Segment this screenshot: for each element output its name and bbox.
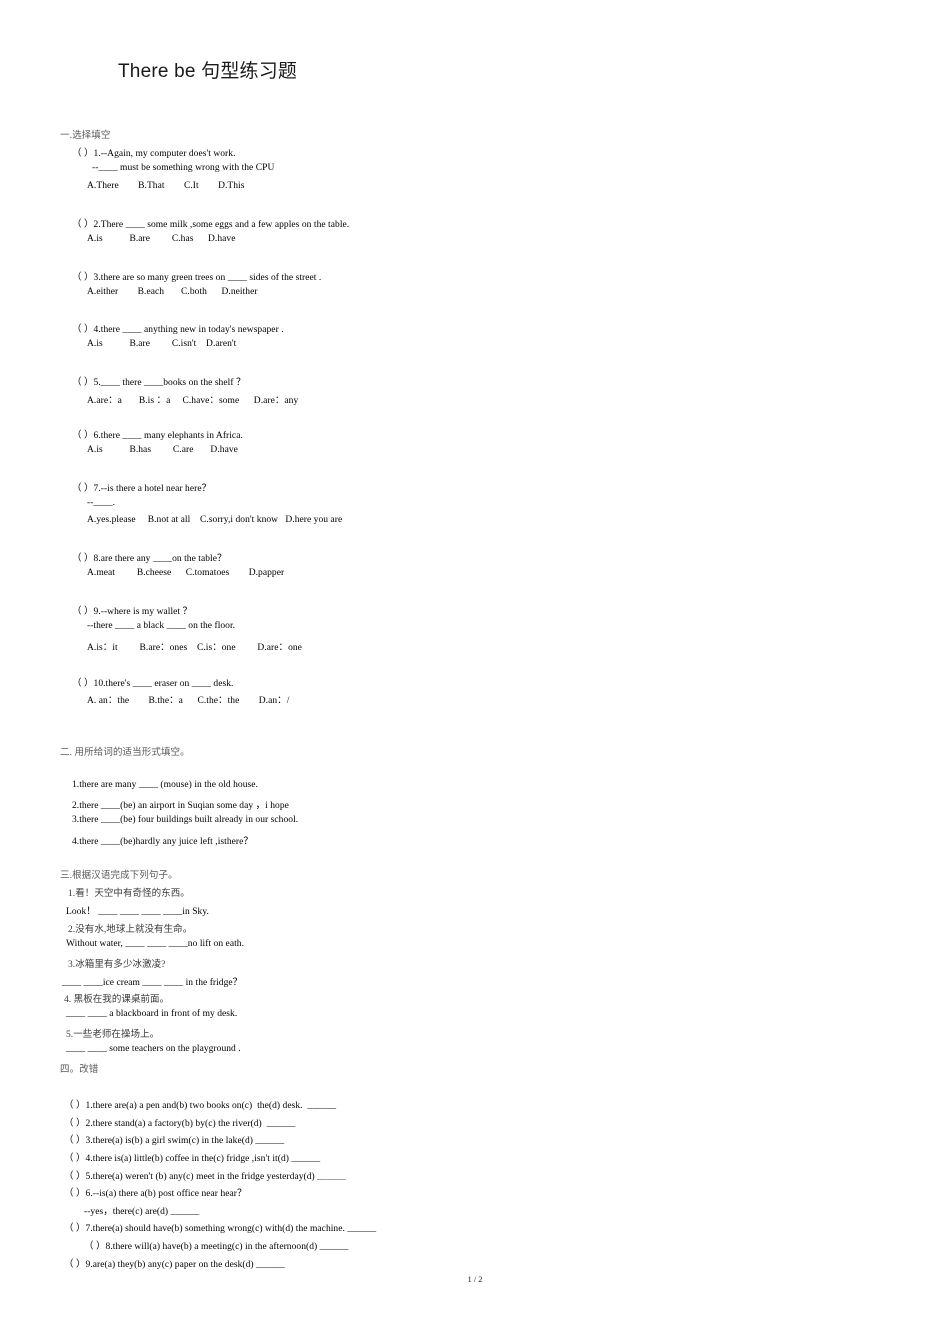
- fill-item-4: 4.there ____(be)hardly any juice left ,i…: [72, 837, 253, 847]
- worksheet-page: There be 句型练习题 一.选择填空 （ ）1.--Again, my c…: [0, 0, 950, 1344]
- question-5-stem: （ ）5.____ there ____books on the shelf ？: [72, 378, 246, 388]
- question-3-stem: （ ）3.there are so many green trees on __…: [72, 273, 322, 283]
- translate-item-4-en: ____ ____ a blackboard in front of my de…: [66, 1009, 238, 1019]
- section-heading-three: 三.根据汉语完成下列句子。: [60, 871, 178, 881]
- question-8-options: A.meat B.cheese C.tomatoes D.papper: [87, 568, 285, 578]
- translate-item-1-en: Look！ ____ ____ ____ ____in Sky.: [66, 907, 209, 917]
- question-2-options: A.is B.are C.has D.have: [87, 234, 236, 244]
- question-9-options: A.is：it B.are：ones C.is：one D.are：one: [87, 643, 302, 653]
- question-1-stem: （ ）1.--Again, my computer does't work.: [72, 149, 236, 159]
- correction-item-1: （ ）1.there are(a) a pen and(b) two books…: [64, 1101, 337, 1111]
- page-number: 1 / 2: [467, 1274, 483, 1284]
- fill-item-2: 2.there ____(be) an airport in Suqian so…: [72, 801, 289, 811]
- fill-item-1: 1.there are many ____ (mouse) in the old…: [72, 780, 258, 790]
- section-heading-two: 二. 用所给词的适当形式填空。: [60, 748, 190, 758]
- question-5-options: A.are：a B.is ：a C.have：some D.are：any: [87, 396, 299, 406]
- question-10-options: A. an：the B.the：a C.the：the D.an：/: [87, 696, 290, 706]
- correction-item-7: （ ）7.there(a) should have(b) something w…: [64, 1224, 377, 1234]
- page-title: There be 句型练习题: [118, 61, 298, 82]
- question-7-stem2: --____.: [87, 498, 116, 508]
- question-9-stem: （ ）9.--where is my wallet ？: [72, 607, 193, 617]
- correction-item-9: （ ）9.are(a) they(b) any(c) paper on the …: [64, 1260, 285, 1270]
- question-8-stem: （ ）8.are there any ____on the table？: [72, 554, 227, 564]
- question-1-options: A.There B.That C.It D.This: [87, 181, 245, 191]
- question-3-options: A.either B.each C.both D.neither: [87, 287, 258, 297]
- translate-item-3-en: ____ ____ice cream ____ ____ in the frid…: [62, 978, 243, 988]
- correction-item-6-answer: --yes，there(c) are(d) ______: [84, 1207, 200, 1217]
- correction-item-4: （ ）4.there is(a) little(b) coffee in the…: [64, 1154, 321, 1164]
- section-heading-four: 四。改错: [60, 1065, 99, 1075]
- correction-item-2: （ ）2.there stand(a) a factory(b) by(c) t…: [64, 1119, 296, 1129]
- question-10-stem: （ ）10.there's ____ eraser on ____ desk.: [72, 679, 234, 689]
- correction-item-3: （ ）3.there(a) is(b) a girl swim(c) in th…: [64, 1136, 285, 1146]
- question-4-stem: （ ）4.there ____ anything new in today's …: [72, 325, 284, 335]
- translate-item-1-cn: 1.看！天空中有奇怪的东西。: [68, 889, 190, 899]
- question-7-stem: （ ）7.--is there a hotel near here？: [72, 484, 212, 494]
- question-6-options: A.is B.has C.are D.have: [87, 445, 238, 455]
- translate-item-3-cn: 3.冰箱里有多少冰激凌?: [68, 960, 166, 970]
- translate-item-2-cn: 2.没有水,地球上就没有生命。: [68, 925, 193, 935]
- correction-item-8: （ ）8.there will(a) have(b) a meeting(c) …: [84, 1242, 349, 1252]
- correction-item-5: （ ）5.there(a) weren't (b) any(c) meet in…: [64, 1172, 346, 1182]
- question-9-stem2: --there ____ a black ____ on the floor.: [87, 621, 236, 631]
- translate-item-5-cn: 5.一些老师在操场上。: [66, 1030, 160, 1040]
- question-2-stem: （ ）2.There ____ some milk ,some eggs and…: [72, 220, 350, 230]
- question-1-stem2: --____ must be something wrong with the …: [92, 163, 275, 173]
- question-7-options: A.yes.please B.not at all C.sorry,i don'…: [87, 515, 343, 525]
- translate-item-5-en: ____ ____ some teachers on the playgroun…: [66, 1044, 241, 1054]
- section-heading-one: 一.选择填空: [60, 131, 111, 141]
- correction-item-6: （ ）6.--is(a) there a(b) post office near…: [64, 1189, 247, 1199]
- fill-item-3: 3.there ____(be) four buildings built al…: [72, 815, 299, 825]
- question-4-options: A.is B.are C.isn't D.aren't: [87, 339, 237, 349]
- translate-item-2-en: Without water, ____ ____ ____no lift on …: [66, 939, 244, 949]
- question-6-stem: （ ）6.there ____ many elephants in Africa…: [72, 431, 243, 441]
- translate-item-4-cn: 4. 黑板在我的课桌前面。: [64, 995, 170, 1005]
